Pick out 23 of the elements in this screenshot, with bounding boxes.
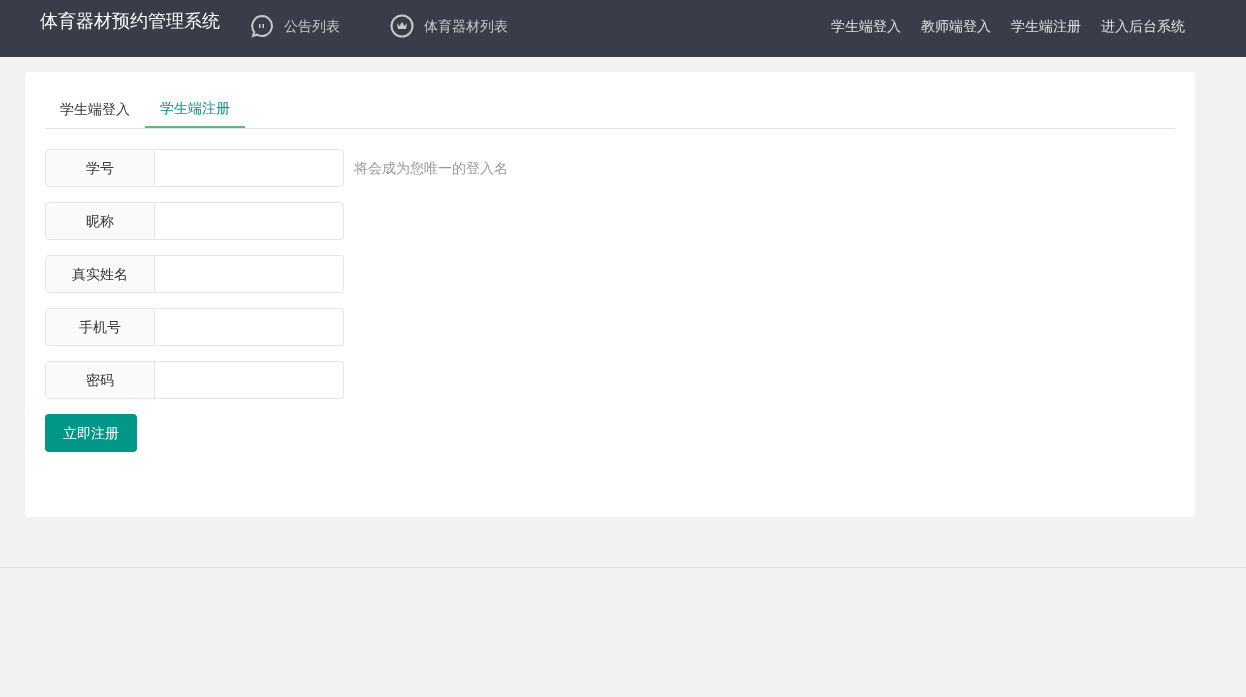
nav-link[interactable]: 公告列表 [250, 14, 340, 38]
field-label: 密码 [45, 361, 155, 399]
field-label: 学号 [45, 149, 155, 187]
field-label: 真实姓名 [45, 255, 155, 293]
tab[interactable]: 学生端注册 [145, 90, 245, 128]
field-label: 手机号 [45, 308, 155, 346]
crown-icon [390, 14, 414, 38]
nav-link[interactable]: 进入后台系统 [1101, 15, 1185, 37]
input-field[interactable] [155, 361, 344, 399]
register-button[interactable]: 立即注册 [45, 414, 137, 452]
nav-link[interactable]: 教师端登入 [921, 15, 991, 37]
input-field[interactable] [155, 149, 344, 187]
nav-link[interactable]: 学生端注册 [1011, 15, 1081, 37]
field-hint: 将会成为您唯一的登入名 [354, 158, 508, 178]
site-title: 体育器材预约管理系统 [40, 10, 220, 33]
nav-link[interactable]: 学生端登入 [831, 15, 901, 37]
input-field[interactable] [155, 308, 344, 346]
tab[interactable]: 学生端登入 [45, 90, 145, 128]
nav-link[interactable]: 体育器材列表 [390, 14, 508, 38]
input-field[interactable] [155, 255, 344, 293]
chat-bubble-icon [250, 14, 274, 38]
input-field[interactable] [155, 202, 344, 240]
field-label: 昵称 [45, 202, 155, 240]
